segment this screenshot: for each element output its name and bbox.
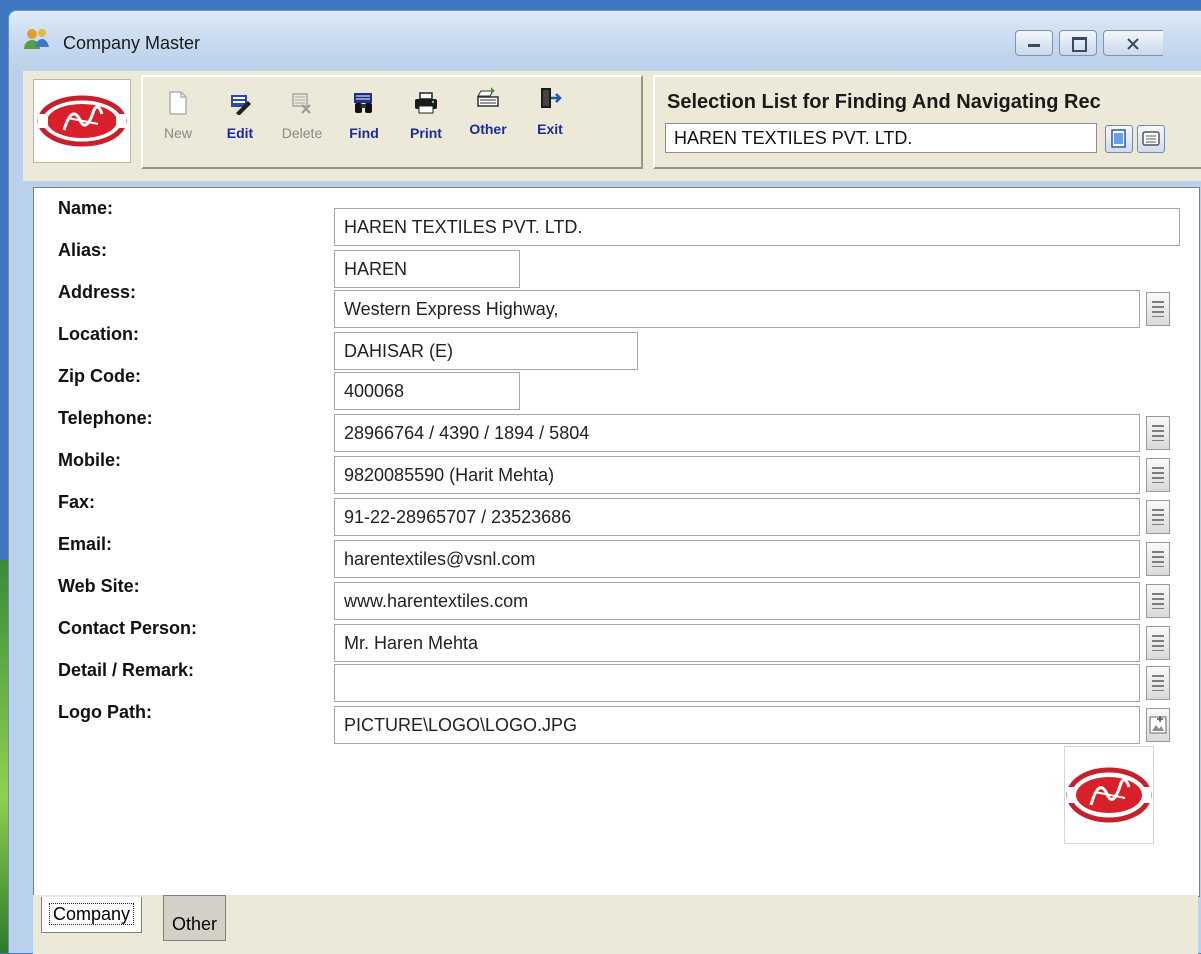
telephone-detail-button[interactable]	[1146, 416, 1170, 450]
delete-button[interactable]: Delete	[271, 91, 333, 161]
name-field[interactable]	[334, 208, 1180, 246]
tab-company-label: Company	[48, 903, 135, 925]
email-detail-button[interactable]	[1146, 542, 1170, 576]
detail-icon	[1152, 509, 1164, 525]
logo-path-label: Logo Path:	[58, 702, 152, 722]
exit-door-icon	[541, 88, 562, 108]
find-button[interactable]: Find	[333, 91, 395, 161]
printer-icon	[415, 92, 437, 114]
browse-records-icon	[1142, 131, 1160, 146]
alias-label: Alias:	[58, 240, 108, 260]
contact-person-label: Contact Person:	[58, 618, 198, 638]
detail-icon	[1152, 301, 1164, 317]
detail-icon	[1152, 425, 1164, 441]
zip-code-field[interactable]	[334, 372, 520, 410]
address-field[interactable]	[334, 290, 1140, 328]
navigation-list-button[interactable]	[1105, 125, 1133, 153]
users-icon	[24, 29, 49, 49]
name-label: Name:	[58, 198, 114, 218]
other-button[interactable]: Other	[457, 85, 519, 155]
close-button[interactable]	[1103, 30, 1163, 56]
detail-icon	[1152, 551, 1164, 567]
detail-icon	[1152, 635, 1164, 651]
web-site-field[interactable]	[334, 582, 1140, 620]
title-bar: Company Master	[9, 11, 1201, 71]
web-site-detail-button[interactable]	[1146, 584, 1170, 618]
contact-person-detail-button[interactable]	[1146, 626, 1170, 660]
location-label: Location:	[58, 324, 139, 344]
email-label: Email:	[58, 534, 113, 554]
telephone-field[interactable]	[334, 414, 1140, 452]
location-field[interactable]	[334, 332, 638, 370]
address-label: Address:	[58, 282, 137, 302]
tab-other[interactable]: Other	[163, 895, 227, 941]
document-list-icon	[1111, 129, 1126, 148]
logo-path-field[interactable]	[334, 706, 1140, 744]
minimize-icon	[1028, 44, 1040, 47]
detail-remark-field[interactable]	[334, 664, 1140, 702]
detail-icon	[1152, 467, 1164, 483]
minimize-button[interactable]	[1015, 30, 1053, 56]
maximize-button[interactable]	[1059, 30, 1097, 56]
tab-strip: Company Other	[33, 895, 1198, 954]
web-site-label: Web Site:	[58, 576, 140, 596]
fax-label: Fax:	[58, 492, 96, 512]
detail-icon	[1152, 675, 1164, 691]
tab-company[interactable]: Company	[41, 897, 143, 933]
company-master-window: Company Master New Edit Delete Find Prin…	[8, 10, 1201, 954]
company-form: Name: Alias: Address: Location: Zip Code…	[33, 187, 1200, 897]
mobile-label: Mobile:	[58, 450, 121, 470]
email-field[interactable]	[334, 540, 1140, 578]
toolbar-buttons-panel: New Edit Delete Find Print Other Exit	[141, 75, 643, 169]
navigation-title: Selection List for Finding And Navigatin…	[667, 91, 1101, 113]
logo-preview	[1064, 746, 1154, 844]
print-button[interactable]: Print	[395, 91, 457, 161]
navigation-selection-input[interactable]	[665, 123, 1097, 153]
mobile-detail-button[interactable]	[1146, 458, 1170, 492]
toolbar-area: New Edit Delete Find Print Other Exit Se…	[23, 71, 1201, 181]
address-detail-button[interactable]	[1146, 292, 1170, 326]
delete-label: Delete	[281, 125, 323, 141]
alias-field[interactable]	[334, 250, 520, 288]
company-logo-image	[37, 95, 127, 147]
edit-button[interactable]: Edit	[209, 91, 271, 161]
delete-icon	[292, 93, 311, 114]
new-document-icon	[169, 91, 187, 115]
other-label: Other	[469, 121, 507, 137]
exit-label: Exit	[537, 121, 563, 137]
navigation-browse-button[interactable]	[1137, 125, 1165, 153]
image-browse-icon	[1149, 716, 1167, 734]
edit-icon	[231, 95, 251, 115]
detail-remark-detail-button[interactable]	[1146, 666, 1170, 700]
close-icon	[1127, 38, 1139, 50]
fax-field[interactable]	[334, 498, 1140, 536]
binoculars-icon	[354, 93, 372, 113]
navigation-panel: Selection List for Finding And Navigatin…	[653, 75, 1201, 169]
new-label: New	[163, 125, 192, 141]
exit-button[interactable]: Exit	[519, 85, 581, 155]
company-logo	[33, 79, 131, 163]
logo-browse-button[interactable]	[1146, 708, 1170, 742]
new-button[interactable]: New	[147, 91, 209, 161]
contact-person-field[interactable]	[334, 624, 1140, 662]
zip-code-label: Zip Code:	[58, 366, 141, 386]
maximize-icon	[1072, 37, 1087, 52]
edit-label: Edit	[226, 125, 254, 141]
print-label: Print	[410, 125, 442, 141]
tab-other-label: Other	[172, 914, 218, 934]
detail-remark-label: Detail / Remark:	[58, 660, 195, 680]
fax-detail-button[interactable]	[1146, 500, 1170, 534]
logo-preview-image	[1066, 767, 1152, 823]
find-label: Find	[349, 125, 379, 141]
detail-icon	[1152, 593, 1164, 609]
window-title: Company Master	[63, 33, 201, 53]
telephone-label: Telephone:	[58, 408, 153, 428]
mobile-field[interactable]	[334, 456, 1140, 494]
other-icon	[477, 87, 499, 107]
